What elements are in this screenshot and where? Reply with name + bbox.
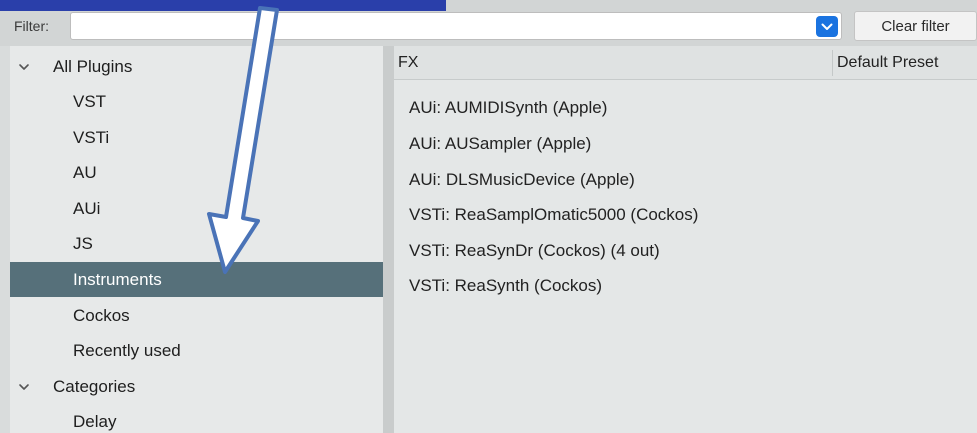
fx-list: FX Default Preset AUi: AUMIDISynth (Appl… — [394, 46, 977, 433]
tree-item-au[interactable]: AU — [10, 155, 383, 190]
fx-list-item[interactable]: VSTi: ReaSamplOmatic5000 (Cockos) — [409, 205, 698, 225]
fx-list-item[interactable]: AUi: AUSampler (Apple) — [409, 134, 591, 154]
fx-list-item[interactable]: AUi: AUMIDISynth (Apple) — [409, 98, 607, 118]
fx-list-item[interactable]: AUi: DLSMusicDevice (Apple) — [409, 170, 635, 190]
panel-splitter[interactable] — [383, 46, 394, 433]
tree-item-label: VST — [73, 91, 107, 111]
tree-item-vst[interactable]: VST — [10, 84, 383, 119]
tree-item-delay[interactable]: Delay — [10, 404, 383, 433]
tree-item-label: Recently used — [73, 340, 181, 360]
tree-item-label: VSTi — [73, 127, 110, 147]
tree-item-vsti[interactable]: VSTi — [10, 120, 383, 155]
fx-list-header: FX Default Preset — [394, 46, 977, 80]
tree-item-categories[interactable]: Categories — [10, 369, 383, 404]
tree-item-recently-used[interactable]: Recently used — [10, 333, 383, 368]
tree-item-js[interactable]: JS — [10, 226, 383, 261]
dropdown-chevron-icon — [821, 23, 833, 30]
tree-item-instruments[interactable]: Instruments — [10, 262, 383, 297]
filter-label: Filter: — [14, 18, 49, 34]
tree-item-label: Cockos — [73, 305, 130, 325]
tree-item-label: AU — [73, 162, 97, 182]
column-divider[interactable] — [832, 50, 833, 76]
tree-item-label: Categories — [53, 376, 136, 396]
tree-item-cockos[interactable]: Cockos — [10, 298, 383, 333]
tree-item-label: Instruments — [73, 269, 162, 289]
tree-item-all-plugins[interactable]: All Plugins — [10, 49, 383, 84]
tree-item-label: Delay — [73, 411, 117, 431]
tree-item-label: JS — [73, 233, 93, 253]
chevron-down-icon[interactable] — [16, 59, 32, 75]
fx-list-item[interactable]: VSTi: ReaSynth (Cockos) — [409, 276, 602, 296]
tree-item-label: AUi — [73, 198, 101, 218]
column-header-default-preset[interactable]: Default Preset — [837, 54, 938, 72]
filter-history-dropdown[interactable] — [816, 16, 838, 37]
banner-strip — [0, 0, 446, 11]
chevron-down-icon[interactable] — [16, 379, 32, 395]
column-header-fx[interactable]: FX — [398, 54, 418, 72]
tree-item-label: All Plugins — [53, 56, 133, 76]
fx-list-item[interactable]: VSTi: ReaSynDr (Cockos) (4 out) — [409, 241, 660, 261]
plugin-folder-tree: All Plugins VST VSTi AU AUi JS Instrumen… — [10, 46, 383, 433]
clear-filter-button[interactable]: Clear filter — [854, 11, 977, 41]
tree-item-aui[interactable]: AUi — [10, 191, 383, 226]
filter-input[interactable] — [70, 12, 842, 40]
